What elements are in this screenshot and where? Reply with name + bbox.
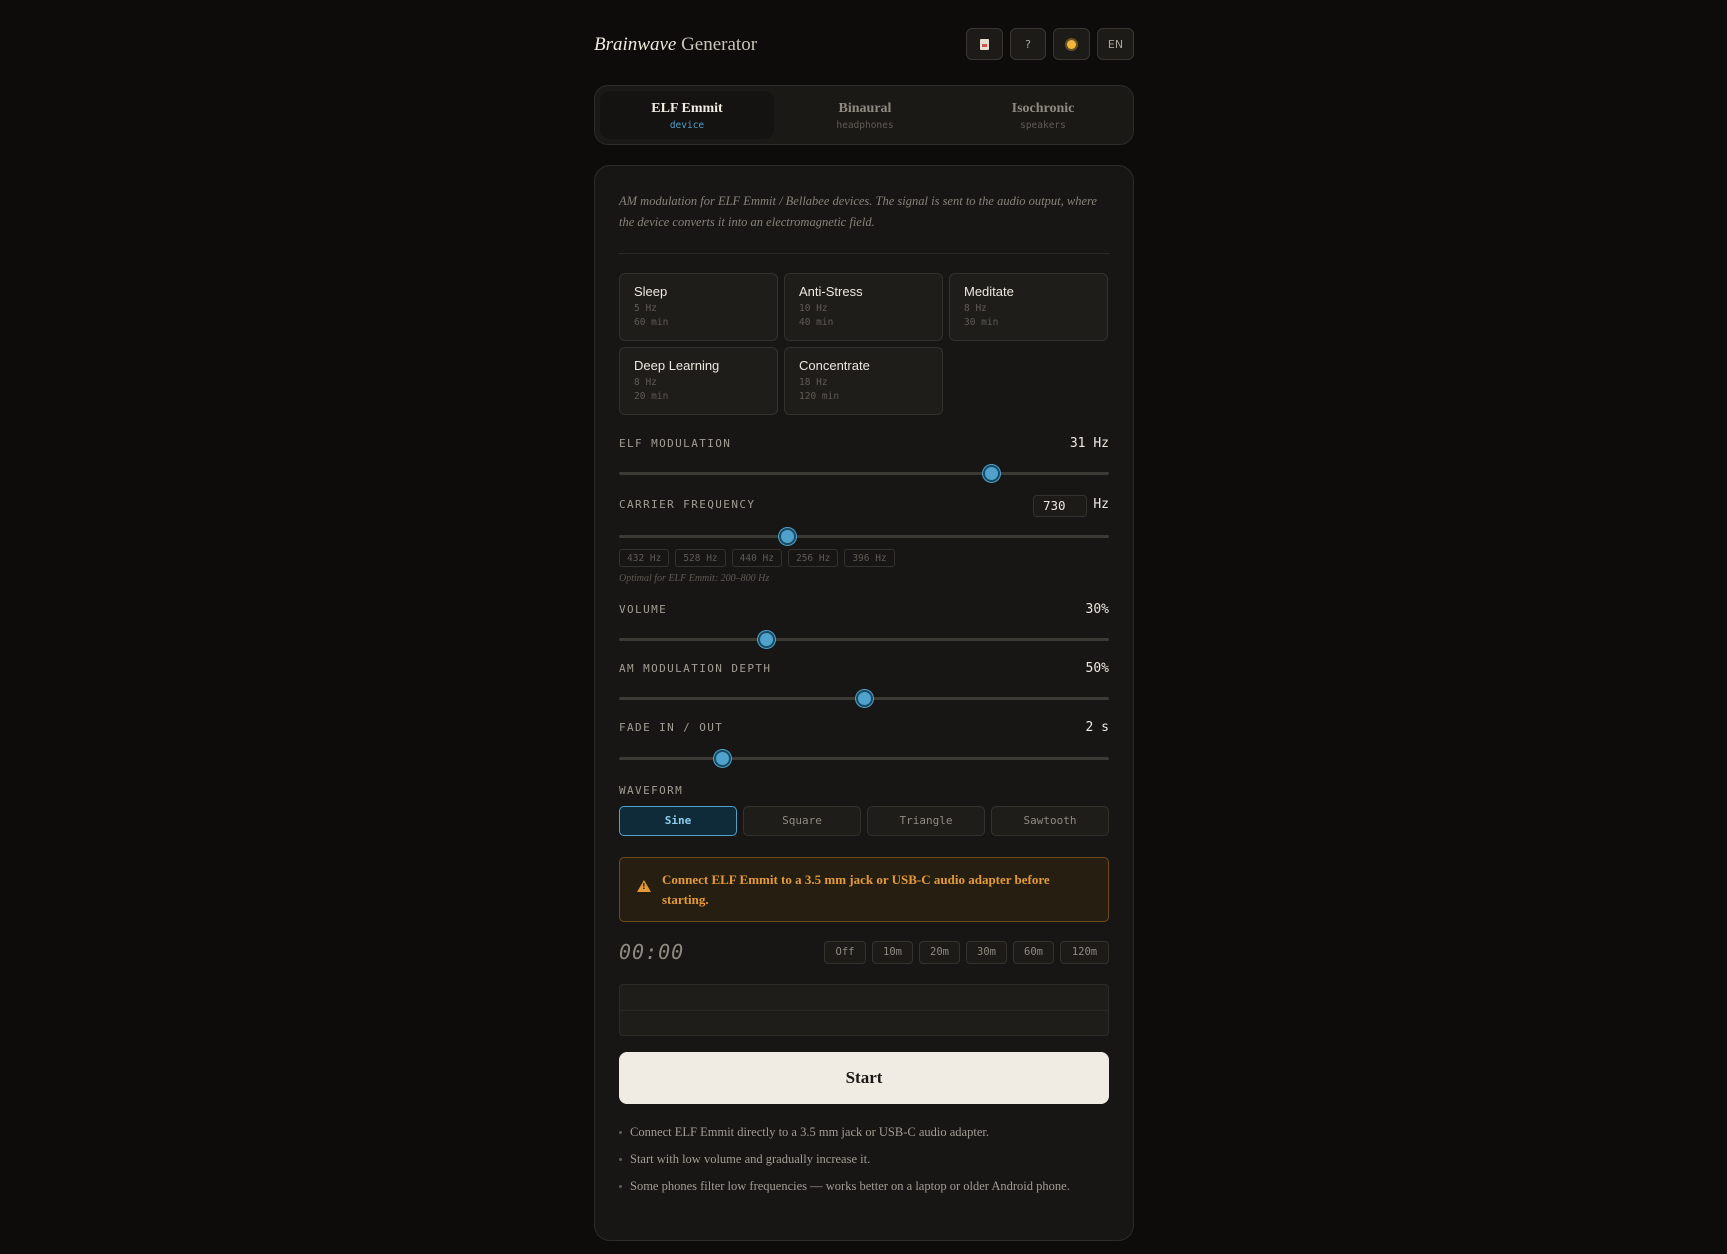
timer-20m-button[interactable]: 20m xyxy=(919,941,960,964)
carrier-preset-chip[interactable]: 256 Hz xyxy=(787,549,839,567)
tip-item: Start with low volume and gradually incr… xyxy=(619,1149,1109,1169)
carrier-frequency-input[interactable]: 730 xyxy=(1033,495,1087,517)
app-title: Brainwave Generator xyxy=(594,34,757,56)
volume-label: VOLUME xyxy=(619,603,668,616)
elf-value-number: 31 xyxy=(1069,436,1086,451)
preset-duration: 30 min xyxy=(964,317,999,328)
carrier-preset-chip[interactable]: 528 Hz xyxy=(675,549,726,567)
carrier-preset-chip[interactable]: 432 Hz xyxy=(619,549,670,567)
mode-tabs: ELF Emmit device Binaural headphones Iso… xyxy=(594,85,1134,145)
tab-sublabel: device xyxy=(669,120,705,131)
waveform-visualizer xyxy=(619,984,1109,1036)
document-icon xyxy=(980,38,989,50)
fade-slider[interactable] xyxy=(619,750,1109,767)
tips-list: Connect ELF Emmit directly to a 3.5 mm j… xyxy=(619,1122,1109,1203)
timer-options: Off 10m 20m 30m 60m 120m xyxy=(824,941,1109,964)
preset-duration: 20 min xyxy=(634,391,669,402)
timer-display: 00:00 xyxy=(619,940,685,964)
elf-modulation-label: ELF MODULATION xyxy=(619,437,732,450)
theme-toggle-button[interactable] xyxy=(1053,28,1090,60)
timer-off-button[interactable]: Off xyxy=(824,941,866,964)
am-depth-value: 50% xyxy=(1085,661,1109,676)
preset-name: Concentrate xyxy=(799,358,870,373)
start-button[interactable]: Start xyxy=(619,1052,1109,1104)
carrier-presets: 432 Hz 528 Hz 440 Hz 256 Hz 396 Hz xyxy=(619,549,895,567)
warning-icon xyxy=(637,880,651,892)
tab-label: Binaural xyxy=(838,101,892,116)
waveform-label: WAVEFORM xyxy=(619,784,684,797)
app-title-rest: Generator xyxy=(681,34,758,55)
tab-isochronic[interactable]: Isochronic speakers xyxy=(956,91,1130,139)
slider-thumb[interactable] xyxy=(779,528,797,545)
preset-duration: 40 min xyxy=(799,317,834,328)
waveform-sawtooth-button[interactable]: Sawtooth xyxy=(991,806,1109,836)
slider-thumb[interactable] xyxy=(713,750,731,767)
preset-duration: 60 min xyxy=(634,317,669,328)
preset-frequency: 8 Hz xyxy=(634,377,657,388)
carrier-preset-chip[interactable]: 396 Hz xyxy=(844,549,895,567)
tab-label: Isochronic xyxy=(1011,101,1075,116)
tip-item: Connect ELF Emmit directly to a 3.5 mm j… xyxy=(619,1122,1109,1142)
language-button[interactable]: EN xyxy=(1097,28,1134,60)
timer-60m-button[interactable]: 60m xyxy=(1013,941,1054,964)
tip-item: Some phones filter low frequencies — wor… xyxy=(619,1176,1109,1196)
volume-slider[interactable] xyxy=(619,631,1109,648)
waveform-triangle-button[interactable]: Triangle xyxy=(867,806,985,836)
preset-frequency: 8 Hz xyxy=(964,303,987,314)
tab-sublabel: speakers xyxy=(1020,120,1066,131)
preset-frequency: 18 Hz xyxy=(799,377,828,388)
waveform-sine-button[interactable]: Sine xyxy=(619,806,737,836)
volume-value: 30% xyxy=(1085,602,1109,617)
am-depth-label: AM MODULATION DEPTH xyxy=(619,662,772,675)
app-title-italic: Brainwave xyxy=(594,34,677,55)
preset-concentrate[interactable]: Concentrate 18 Hz 120 min xyxy=(784,347,943,415)
fade-label: FADE IN / OUT xyxy=(619,721,724,734)
preset-deep-learning[interactable]: Deep Learning 8 Hz 20 min xyxy=(619,347,778,415)
timer-120m-button[interactable]: 120m xyxy=(1060,941,1109,964)
slider-thumb[interactable] xyxy=(758,631,775,648)
timer-30m-button[interactable]: 30m xyxy=(966,941,1007,964)
sun-icon xyxy=(1067,39,1076,49)
preset-frequency: 5 Hz xyxy=(634,303,657,314)
help-button[interactable]: ? xyxy=(1010,28,1046,60)
preset-anti-stress[interactable]: Anti-Stress 10 Hz 40 min xyxy=(784,273,943,341)
elf-value-unit: Hz xyxy=(1093,436,1109,451)
preset-meditate[interactable]: Meditate 8 Hz 30 min xyxy=(949,273,1108,341)
carrier-frequency-label: CARRIER FREQUENCY xyxy=(619,498,756,511)
connection-warning: Connect ELF Emmit to a 3.5 mm jack or US… xyxy=(619,857,1109,922)
slider-thumb[interactable] xyxy=(983,465,1001,482)
mode-description: AM modulation for ELF Emmit / Bellabee d… xyxy=(619,194,1097,229)
carrier-frequency-slider[interactable] xyxy=(619,528,1109,545)
preset-name: Anti-Stress xyxy=(799,284,863,299)
generator-panel: AM modulation for ELF Emmit / Bellabee d… xyxy=(594,165,1134,1241)
tab-elf-emmit[interactable]: ELF Emmit device xyxy=(600,91,774,139)
tab-sublabel: headphones xyxy=(836,120,894,131)
elf-modulation-value: 31 Hz xyxy=(1070,436,1109,451)
elf-modulation-slider[interactable] xyxy=(619,465,1109,482)
fade-value: 2 s xyxy=(1085,720,1109,735)
warning-text: Connect ELF Emmit to a 3.5 mm jack or US… xyxy=(662,872,1050,907)
waveform-square-button[interactable]: Square xyxy=(743,806,861,836)
docs-button[interactable] xyxy=(966,28,1003,60)
carrier-preset-chip[interactable]: 440 Hz xyxy=(731,549,782,567)
timer-10m-button[interactable]: 10m xyxy=(872,941,913,964)
carrier-frequency-unit: Hz xyxy=(1093,497,1109,512)
header: Brainwave Generator ? EN xyxy=(594,28,1134,64)
divider xyxy=(619,253,1109,254)
am-depth-slider[interactable] xyxy=(619,690,1109,707)
slider-thumb[interactable] xyxy=(856,690,873,707)
preset-name: Meditate xyxy=(964,284,1014,299)
header-buttons: ? EN xyxy=(966,28,1134,60)
tab-binaural[interactable]: Binaural headphones xyxy=(778,91,952,139)
preset-name: Deep Learning xyxy=(634,358,720,373)
preset-name: Sleep xyxy=(634,284,668,299)
carrier-hint: Optimal for ELF Emmit: 200–800 Hz xyxy=(619,573,770,584)
preset-duration: 120 min xyxy=(799,391,840,402)
preset-frequency: 10 Hz xyxy=(799,303,828,314)
preset-sleep[interactable]: Sleep 5 Hz 60 min xyxy=(619,273,778,341)
tab-label: ELF Emmit xyxy=(651,101,723,116)
